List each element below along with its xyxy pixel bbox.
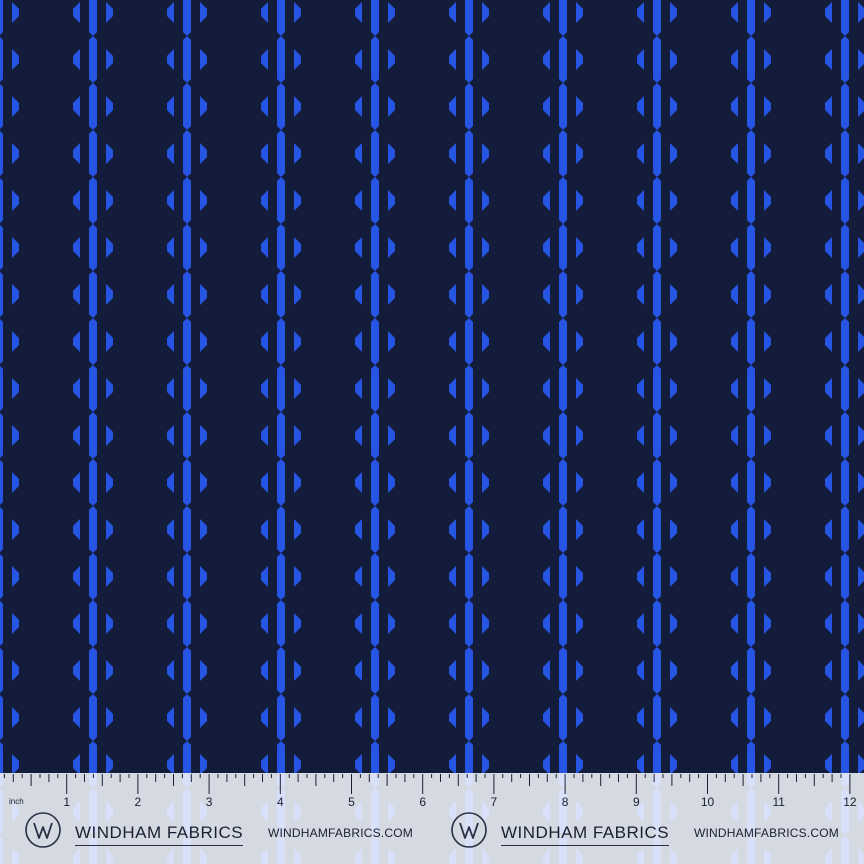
ruler-number: 4 — [276, 795, 284, 809]
ruler-number: 9 — [632, 795, 640, 809]
brand-url: WINDHAMFABRICS.COM — [694, 826, 839, 840]
ruler-ticks — [3, 774, 851, 794]
fabric-pattern — [0, 0, 864, 864]
ruler-number: 11 — [772, 795, 785, 809]
ruler-unit-label: inch — [9, 797, 24, 806]
ruler-number: 5 — [348, 795, 355, 809]
ruler-number: 2 — [134, 795, 142, 809]
brand-name: WINDHAM FABRICS — [75, 824, 244, 846]
brand-name: WINDHAM FABRICS — [501, 824, 670, 846]
ruler-number: 12 — [843, 795, 857, 809]
brand-url: WINDHAMFABRICS.COM — [268, 826, 413, 840]
pattern-fill — [0, 0, 864, 864]
windham-w-monogram-icon — [25, 812, 61, 848]
measurement-ruler: inch 1 2 3 4 5 6 7 8 9 10 11 12 WINDHAM FABRICS WIN… — [0, 773, 864, 864]
ruler-number: 10 — [700, 795, 715, 809]
fabric-swatch: inch 1 2 3 4 5 6 7 8 9 10 11 12 WINDHAM FABRICS WIN… — [0, 0, 864, 864]
ruler-number: 1 — [63, 795, 71, 809]
ruler-number: 7 — [490, 795, 498, 809]
ruler-number: 6 — [419, 795, 427, 809]
ruler-number: 8 — [561, 795, 569, 809]
windham-w-monogram-icon — [451, 812, 487, 848]
ruler-number: 3 — [205, 795, 213, 809]
